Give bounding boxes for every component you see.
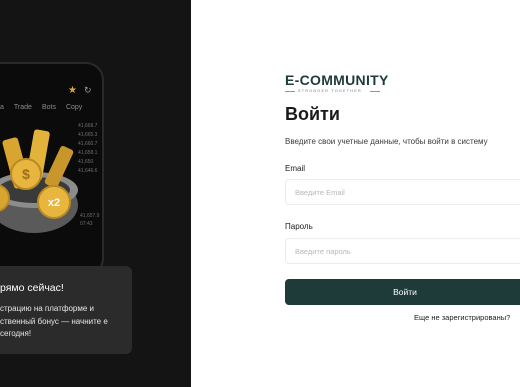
promo-panel: ★ ↻ a Trade Bots Copy 41,668.7 41,665.3 … — [0, 0, 191, 387]
register-link[interactable]: Еще не зарегистрированы? — [414, 313, 510, 322]
coin-pot-illustration: $ $ x2 — [0, 129, 78, 233]
history-icon: ↻ — [84, 85, 92, 95]
coin-multiplier-label: x2 — [48, 197, 60, 209]
logo-name: E-COMMUNITY — [285, 72, 389, 88]
logo-divider — [285, 91, 295, 92]
password-label: Пароль — [285, 222, 313, 231]
email-field[interactable] — [285, 179, 520, 205]
brand-logo: E-COMMUNITY STRONGER TOGETHER — [285, 72, 388, 98]
page-title: Войти — [285, 104, 340, 124]
password-field[interactable] — [285, 238, 520, 264]
login-button[interactable]: Войти — [285, 279, 520, 305]
logo-divider — [370, 91, 380, 92]
logo-tagline: STRONGER TOGETHER — [298, 89, 362, 93]
promo-title: рямо сейчас! — [0, 282, 64, 294]
coin-dollar-label: $ — [22, 166, 30, 182]
page-subtitle: Введите свои учетные данные, чтобы войти… — [285, 137, 488, 146]
email-label: Email — [285, 164, 306, 173]
promo-text: страцию на платформе и ственный бонус — … — [0, 304, 108, 338]
star-icon: ★ — [68, 85, 77, 96]
